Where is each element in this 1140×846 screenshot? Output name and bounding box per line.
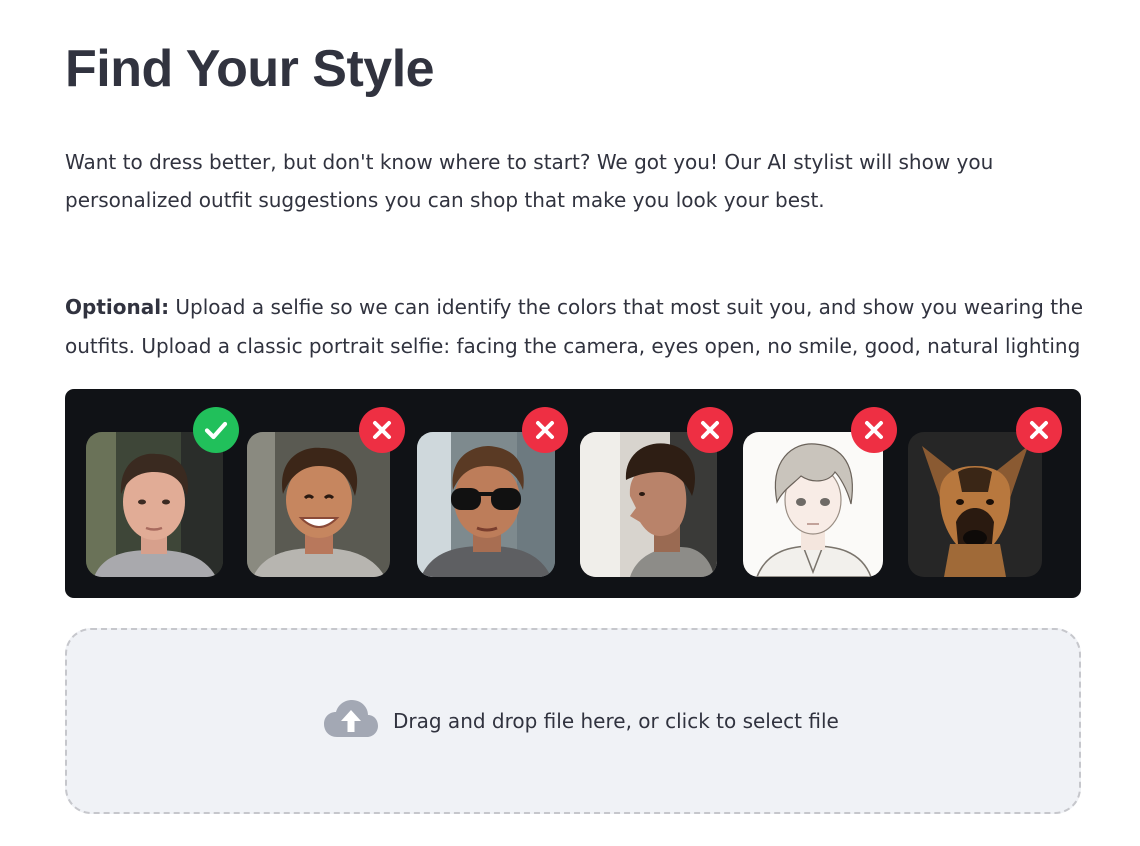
dropzone-content: Drag and drop file here, or click to sel… (323, 699, 839, 743)
example-dog-photo (908, 432, 1042, 577)
close-icon (687, 407, 733, 453)
close-icon (522, 407, 568, 453)
cloud-upload-icon (323, 699, 379, 743)
example-sunglasses-selfie (417, 432, 555, 577)
page: Find Your Style Want to dress better, bu… (0, 0, 1140, 846)
close-icon (359, 407, 405, 453)
optional-instructions: Optional: Upload a selfie so we can iden… (65, 288, 1085, 365)
example-profile-selfie (580, 432, 717, 577)
close-icon (1016, 407, 1062, 453)
example-smiling-selfie (247, 432, 390, 577)
optional-text: Upload a selfie so we can identify the c… (65, 295, 1084, 358)
selfie-examples-strip (65, 389, 1081, 598)
optional-label: Optional: (65, 295, 170, 319)
file-dropzone[interactable]: Drag and drop file here, or click to sel… (65, 628, 1081, 814)
example-drawing-portrait (743, 432, 883, 577)
page-title: Find Your Style (65, 40, 435, 98)
dropzone-label: Drag and drop file here, or click to sel… (393, 709, 839, 733)
close-icon (851, 407, 897, 453)
intro-text: Want to dress better, but don't know whe… (65, 150, 994, 212)
check-icon (193, 407, 239, 453)
example-good-selfie (86, 432, 223, 577)
